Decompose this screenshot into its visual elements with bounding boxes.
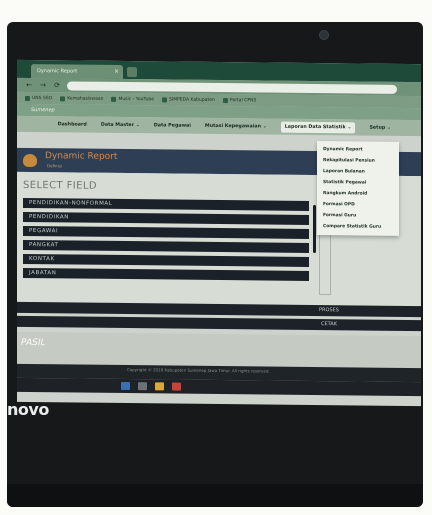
bookmark-item[interactable]: Portal CPNS <box>222 97 256 103</box>
bookmark-item[interactable]: UNS SSO <box>25 95 52 101</box>
bookmark-icon <box>162 96 168 102</box>
menu-data-pegawai[interactable]: Data Pegawai <box>154 123 191 128</box>
forward-icon[interactable]: → <box>39 81 47 89</box>
dropdown-item[interactable]: Laporan Bulanan <box>317 166 399 178</box>
field-item[interactable]: PENDIDIKAN <box>23 211 309 225</box>
bookmark-icon <box>25 95 30 101</box>
copyright-text: Copyright © 2018 Kabupaten Sumenep Jawa … <box>127 367 270 374</box>
logo-icon <box>23 153 37 168</box>
menu-setup[interactable]: Setup ⌄ <box>369 125 391 130</box>
menu-laporan[interactable]: Laporan Data Statistik ⌄ <box>280 121 356 133</box>
bookmark-icon <box>111 96 117 102</box>
taskbar <box>17 377 421 397</box>
select-field-title: SELECT FIELD <box>23 179 97 192</box>
browser-tab-title: Dynamic Report <box>37 68 78 75</box>
folder-icon[interactable] <box>155 382 164 391</box>
bookmark-item[interactable]: Kemahasiswaan <box>60 95 103 101</box>
field-item[interactable]: PEGAWAI <box>23 225 309 239</box>
browser-icon[interactable] <box>172 382 181 391</box>
dropdown-item[interactable]: Rekapitulasi Pensiun <box>317 155 399 167</box>
address-bar[interactable] <box>67 80 397 94</box>
laporan-dropdown: Dynamic Report Rekapitulasi Pensiun Lapo… <box>317 141 399 236</box>
browser-tab[interactable]: Dynamic Report × <box>31 64 123 79</box>
main-menu: Dashboard Data Master ⌄ Data Pegawai Mut… <box>17 115 421 137</box>
page-subtitle: Definisi <box>47 163 62 169</box>
start-icon[interactable] <box>121 381 130 391</box>
bookmark-icon <box>60 95 66 101</box>
webcam-icon <box>319 30 329 40</box>
cetak-button[interactable]: CETAK <box>17 315 421 332</box>
new-tab-button[interactable] <box>127 67 137 78</box>
laptop-base <box>7 484 423 507</box>
field-item[interactable]: PENDIDIKAN-NONFORMAL <box>23 197 309 211</box>
field-item[interactable]: PANGKAT <box>23 239 309 253</box>
back-icon[interactable]: ← <box>25 81 33 89</box>
result-label: PASIL <box>21 337 46 349</box>
menu-dashboard[interactable]: Dashboard <box>58 122 87 127</box>
close-icon[interactable]: × <box>114 65 119 79</box>
field-item[interactable]: KONTAK <box>23 253 309 267</box>
device-brand-logo: novo <box>7 400 49 419</box>
field-list: PENDIDIKAN-NONFORMAL PENDIDIKAN PEGAWAI … <box>23 197 309 285</box>
dropdown-item[interactable]: Compare Statistik Guru <box>317 221 399 233</box>
dropdown-item[interactable]: Formasi OPD <box>317 199 399 211</box>
bookmark-item[interactable]: SIMPEDA Kabupaten <box>162 96 215 102</box>
dropdown-item[interactable]: Formasi Guru <box>317 210 399 222</box>
dropdown-item[interactable]: Rangkum Android <box>317 188 399 200</box>
screen: Dynamic Report × ← → ⟳ UNS SSO Kemahasis… <box>17 59 421 407</box>
menu-data-master[interactable]: Data Master ⌄ <box>101 122 140 127</box>
field-item[interactable]: JABATAN <box>23 267 309 281</box>
page-title: Dynamic Report <box>45 151 118 162</box>
menu-mutasi[interactable]: Mutasi Kepegawaian ⌄ <box>205 123 267 129</box>
field-list-scrollbar[interactable] <box>313 204 316 254</box>
dropdown-item[interactable]: Dynamic Report <box>317 144 399 156</box>
reload-icon[interactable]: ⟳ <box>53 81 61 89</box>
bookmark-icon <box>222 97 228 103</box>
bookmark-item[interactable]: Music - YouTube <box>111 96 154 102</box>
dropdown-item[interactable]: Statistik Pegawai <box>317 177 399 189</box>
laptop-bezel: Dynamic Report × ← → ⟳ UNS SSO Kemahasis… <box>7 22 423 507</box>
task-view-icon[interactable] <box>138 382 147 391</box>
